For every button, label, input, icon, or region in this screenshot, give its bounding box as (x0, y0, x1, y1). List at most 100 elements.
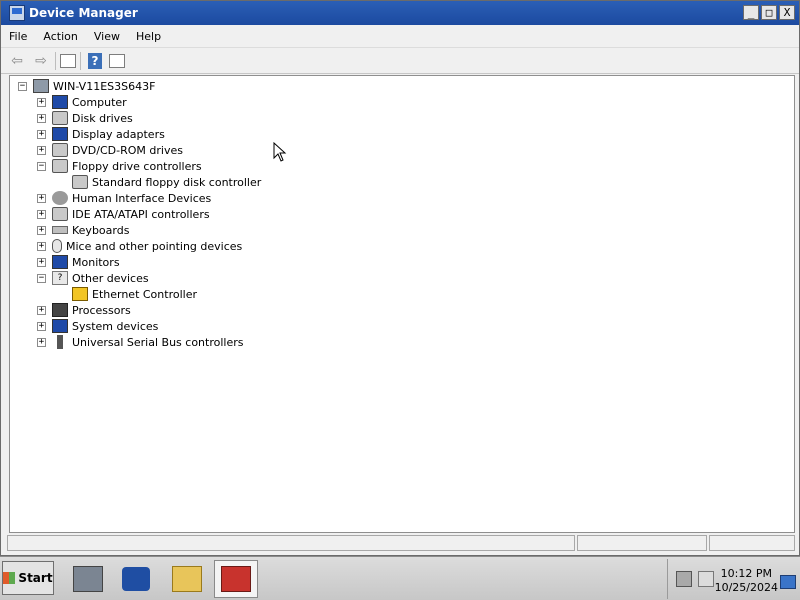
tree-item-other-devices[interactable]: − ? Other devices (37, 270, 149, 286)
expand-toggle[interactable]: + (37, 257, 46, 267)
status-pane-main (7, 535, 575, 551)
status-pane-2 (577, 535, 707, 551)
collapse-toggle[interactable]: − (18, 81, 27, 91)
menu-action[interactable]: Action (35, 30, 85, 43)
tree-child-label: Standard floppy disk controller (92, 175, 262, 189)
tree-item-ide-controllers[interactable]: + IDE ATA/ATAPI controllers (37, 206, 210, 222)
tree-item-label: Mice and other pointing devices (66, 239, 243, 253)
tree-item-label: Other devices (72, 271, 149, 285)
tree-item-label: System devices (72, 319, 159, 333)
windows-logo-icon (3, 572, 16, 584)
taskbar-device-manager[interactable] (214, 560, 258, 598)
tree-child-label: Ethernet Controller (92, 287, 197, 301)
properties-icon[interactable] (109, 53, 125, 68)
expand-toggle[interactable]: + (37, 113, 46, 123)
device-manager-window: Device Manager _ □ X File Action View He… (0, 0, 800, 556)
processor-icon (52, 303, 68, 317)
taskbar-powershell[interactable] (114, 560, 158, 598)
notification-area: 10:12 PM 10/25/2024 (667, 559, 800, 599)
tree-child-ethernet-controller[interactable]: Ethernet Controller (72, 286, 197, 302)
expand-toggle[interactable]: + (37, 97, 46, 107)
show-hide-console-tree-icon[interactable] (60, 53, 76, 68)
toolbar: ⇦ ⇨ ? (1, 48, 799, 74)
clock[interactable]: 10:12 PM 10/25/2024 (715, 567, 778, 595)
collapse-toggle[interactable]: − (37, 161, 46, 171)
help-icon[interactable]: ? (88, 52, 102, 69)
tree-item-label: Disk drives (72, 111, 133, 125)
title-bar[interactable]: Device Manager _ □ X (1, 1, 799, 25)
minimize-button[interactable]: _ (743, 5, 759, 20)
window-title: Device Manager (29, 6, 138, 20)
tree-item-monitors[interactable]: + Monitors (37, 254, 120, 270)
status-pane-3 (709, 535, 795, 551)
expand-toggle[interactable]: + (37, 337, 46, 347)
expand-toggle[interactable]: + (37, 193, 46, 203)
ide-controller-icon (52, 207, 68, 221)
tree-item-display-adapters[interactable]: + Display adapters (37, 126, 165, 142)
tree-item-label: Processors (72, 303, 131, 317)
menu-view[interactable]: View (86, 30, 128, 43)
clock-time: 10:12 PM (720, 567, 772, 580)
tree-item-floppy-drive-controllers[interactable]: − Floppy drive controllers (37, 158, 202, 174)
close-button[interactable]: X (779, 5, 795, 20)
tree-child-standard-floppy[interactable]: Standard floppy disk controller (72, 174, 261, 190)
expand-toggle[interactable]: + (37, 241, 46, 251)
computer-root-icon (33, 79, 49, 93)
keyboard-icon (52, 226, 68, 234)
toolbar-separator (80, 51, 81, 70)
tree-item-label: Computer (72, 95, 127, 109)
network-icon[interactable] (676, 571, 692, 587)
back-arrow-icon[interactable]: ⇦ (7, 52, 27, 70)
tree-item-label: Floppy drive controllers (72, 159, 202, 173)
maximize-button[interactable]: □ (761, 5, 777, 20)
tree-item-disk-drives[interactable]: + Disk drives (37, 110, 133, 126)
tree-item-keyboards[interactable]: + Keyboards (37, 222, 129, 238)
taskbar: Start 10:12 PM 10/25/2024 (0, 556, 800, 600)
other-devices-icon: ? (52, 271, 68, 285)
device-tree: − WIN-V11ES3S643F + Computer + Disk driv… (9, 75, 795, 533)
expand-toggle[interactable]: + (37, 321, 46, 331)
tree-item-processors[interactable]: + Processors (37, 302, 131, 318)
status-bar (7, 535, 795, 553)
tree-root[interactable]: − WIN-V11ES3S643F (18, 78, 155, 94)
tree-item-usb-controllers[interactable]: + Universal Serial Bus controllers (37, 334, 243, 350)
tree-root-label: WIN-V11ES3S643F (53, 79, 156, 93)
expand-toggle[interactable]: + (37, 305, 46, 315)
dvd-drive-icon (52, 143, 68, 157)
system-devices-icon (52, 319, 68, 333)
taskbar-explorer[interactable] (165, 560, 209, 598)
server-manager-icon (73, 566, 103, 592)
taskbar-server-manager[interactable] (66, 560, 110, 598)
window-controls: _ □ X (743, 5, 795, 20)
floppy-controller-icon (52, 159, 68, 173)
menu-bar: File Action View Help (1, 25, 799, 48)
tree-item-dvd-cdrom-drives[interactable]: + DVD/CD-ROM drives (37, 142, 183, 158)
expand-toggle[interactable]: + (37, 209, 46, 219)
start-label: Start (18, 571, 53, 585)
tree-item-mice[interactable]: + Mice and other pointing devices (37, 238, 242, 254)
clock-date: 10/25/2024 (714, 581, 778, 594)
device-manager-icon (9, 5, 25, 21)
tree-item-label: Display adapters (72, 127, 165, 141)
menu-help[interactable]: Help (128, 30, 169, 43)
folder-icon (172, 566, 202, 592)
show-desktop-icon[interactable] (780, 575, 796, 589)
forward-arrow-icon[interactable]: ⇨ (31, 52, 51, 70)
floppy-controller-device-icon (72, 175, 88, 189)
volume-muted-icon[interactable] (698, 571, 714, 587)
tree-item-label: IDE ATA/ATAPI controllers (72, 207, 210, 221)
collapse-toggle[interactable]: − (37, 273, 46, 283)
menu-file[interactable]: File (1, 30, 35, 43)
expand-toggle[interactable]: + (37, 145, 46, 155)
tree-item-system-devices[interactable]: + System devices (37, 318, 158, 334)
expand-toggle[interactable]: + (37, 225, 46, 235)
monitor-icon (52, 255, 68, 269)
tree-item-label: Monitors (72, 255, 120, 269)
start-button[interactable]: Start (2, 561, 54, 595)
expand-toggle[interactable]: + (37, 129, 46, 139)
tree-item-human-interface-devices[interactable]: + Human Interface Devices (37, 190, 211, 206)
tree-item-label: Universal Serial Bus controllers (72, 335, 244, 349)
disk-drive-icon (52, 111, 68, 125)
tree-item-label: Keyboards (72, 223, 130, 237)
tree-item-computer[interactable]: + Computer (37, 94, 127, 110)
